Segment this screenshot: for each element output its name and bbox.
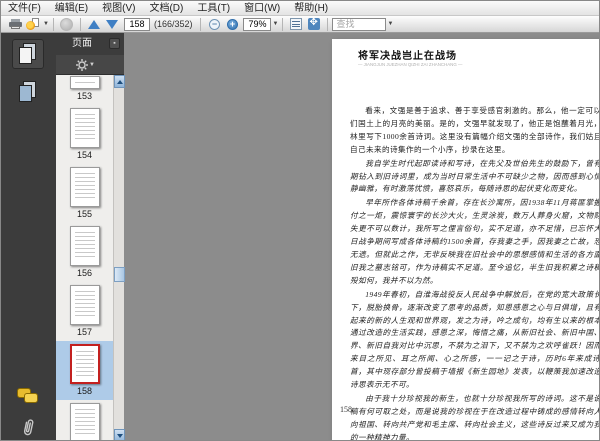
panel-options-bar: ▼ bbox=[56, 55, 124, 75]
menu-file[interactable]: 文件(F) bbox=[1, 1, 48, 16]
zoom-out-button[interactable]: − bbox=[205, 17, 223, 32]
scrollbar-thumb[interactable] bbox=[114, 267, 125, 282]
thumbnail-page-154[interactable]: 154 bbox=[56, 105, 113, 164]
page-running-title: 将军决战岂止在战场 bbox=[358, 47, 600, 62]
find-dropdown-caret[interactable]: ▼ bbox=[387, 21, 393, 27]
next-page-button[interactable] bbox=[103, 17, 121, 32]
thumbnail-label: 155 bbox=[77, 209, 92, 219]
paragraph-quote: 1949年春初，自淮海战役反人民战争中解放后，在党的宽大政策长期教养下，脱胎换骨… bbox=[350, 289, 600, 392]
page-number-input[interactable] bbox=[124, 18, 150, 31]
scroll-down-icon[interactable] bbox=[114, 429, 125, 441]
fit-width-icon bbox=[290, 18, 302, 30]
thumbnail-page-153[interactable]: 153 bbox=[56, 76, 113, 105]
fit-page-icon bbox=[308, 18, 320, 30]
paragraph-quote: 我自学生时代起即读诗和写诗，在先父及世伯先生的鼓励下，曾有一段时期钻入到旧诗词里… bbox=[350, 158, 600, 197]
disabled-tool-button bbox=[58, 17, 76, 32]
fit-page-button[interactable] bbox=[305, 17, 323, 32]
page-number: 158 bbox=[340, 405, 352, 414]
previous-page-button[interactable] bbox=[85, 17, 103, 32]
comments-icon bbox=[17, 388, 39, 404]
options-dropdown-caret[interactable]: ▼ bbox=[89, 62, 95, 68]
printer-icon bbox=[9, 19, 22, 29]
menu-edit[interactable]: 编辑(E) bbox=[48, 1, 95, 16]
pages-icon bbox=[19, 43, 37, 65]
toolbar-separator bbox=[327, 18, 328, 31]
thumbnail-page-158-selected[interactable]: 158 bbox=[56, 341, 113, 400]
pdf-reader-window: 文件(F) 编辑(E) 视图(V) 文档(D) 工具(T) 窗口(W) 帮助(H… bbox=[0, 0, 600, 441]
content-region: 页面 ▪ ▼ bbox=[1, 33, 600, 441]
thumbnail-label: 157 bbox=[77, 327, 92, 337]
navigation-tab-strip bbox=[1, 33, 56, 441]
pdf-page: 将军决战岂止在战场 — JIANGJUN JUEZHAN QIZHI ZAI Z… bbox=[332, 39, 600, 441]
print-button[interactable] bbox=[6, 17, 24, 32]
disabled-round-icon bbox=[60, 18, 73, 31]
thumbnail-page-155[interactable]: 155 bbox=[56, 164, 113, 223]
paperclip-icon bbox=[21, 417, 35, 439]
toolbar-separator bbox=[53, 18, 54, 31]
thumbnail-list: 153 154 155 156 157 bbox=[56, 75, 113, 441]
thumbnail-page-156[interactable]: 156 bbox=[56, 223, 113, 282]
layers-icon bbox=[19, 81, 37, 103]
zoom-level-input[interactable] bbox=[243, 18, 271, 31]
tab-attachments[interactable] bbox=[12, 413, 44, 441]
zoom-in-icon: + bbox=[227, 19, 238, 30]
menu-document[interactable]: 文档(D) bbox=[142, 1, 190, 16]
menu-tools[interactable]: 工具(T) bbox=[190, 1, 237, 16]
scroll-up-icon[interactable] bbox=[114, 75, 125, 88]
menu-view[interactable]: 视图(V) bbox=[95, 1, 142, 16]
toolbar-separator bbox=[80, 18, 81, 31]
zoom-out-icon: − bbox=[209, 19, 220, 30]
tab-comments[interactable] bbox=[12, 381, 44, 411]
page-body-text: 看来，文强是善于追求、善于享受感官刺激的。那么，他一定可以发现我们国土上的月亮的… bbox=[350, 105, 600, 441]
export-icon bbox=[26, 18, 40, 30]
thumbnail-label: 156 bbox=[77, 268, 92, 278]
paragraph: 看来，文强是善于追求、善于享受感官刺激的。那么，他一定可以发现我们国土上的月亮的… bbox=[350, 105, 600, 157]
paragraph-quote: 早年所作各体诗稿千余首，存在长沙寓所，因1938年11月蒋匪掌握主政，付之一炬，… bbox=[350, 197, 600, 287]
options-gear-icon[interactable] bbox=[76, 59, 88, 71]
page-count-label: (166/352) bbox=[154, 19, 193, 29]
toolbar: ▼ (166/352) − + ▼ ▼ bbox=[1, 16, 600, 33]
toolbar-separator bbox=[200, 18, 201, 31]
pages-panel: 页面 ▪ ▼ bbox=[56, 33, 124, 441]
panel-menu-button[interactable]: ▪ bbox=[109, 38, 120, 49]
zoom-dropdown-caret[interactable]: ▼ bbox=[272, 21, 278, 27]
find-input[interactable] bbox=[332, 18, 386, 31]
thumbnail-label: 153 bbox=[77, 91, 92, 101]
toolbar-separator bbox=[282, 18, 283, 31]
export-button[interactable] bbox=[24, 17, 42, 32]
zoom-in-button[interactable]: + bbox=[223, 17, 241, 32]
thumbnail-scrollbar[interactable] bbox=[113, 75, 124, 441]
thumbnail-label: 158 bbox=[77, 386, 92, 396]
tab-pages[interactable] bbox=[12, 39, 44, 69]
tab-layers[interactable] bbox=[12, 77, 44, 107]
paragraph-quote: 由于我十分珍视我的新生，也就十分珍视我所写的诗词。这不是说我的诗稿有何可取之处，… bbox=[350, 393, 600, 441]
thumbnail-page-159[interactable]: 159 bbox=[56, 400, 113, 441]
page-running-subtitle: — JIANGJUN JUEZHAN QIZHI ZAI ZHANCHANG — bbox=[358, 62, 578, 67]
page-up-icon bbox=[88, 20, 100, 29]
pages-panel-title: 页面 bbox=[72, 38, 92, 49]
menu-bar: 文件(F) 编辑(E) 视图(V) 文档(D) 工具(T) 窗口(W) 帮助(H… bbox=[1, 1, 600, 16]
fit-width-button[interactable] bbox=[287, 17, 305, 32]
menu-window[interactable]: 窗口(W) bbox=[237, 1, 287, 16]
document-view[interactable]: 将军决战岂止在战场 — JIANGJUN JUEZHAN QIZHI ZAI Z… bbox=[125, 33, 600, 441]
menu-help[interactable]: 帮助(H) bbox=[287, 1, 335, 16]
thumbnail-page-157[interactable]: 157 bbox=[56, 282, 113, 341]
export-dropdown-caret[interactable]: ▼ bbox=[43, 21, 49, 27]
pages-panel-header: 页面 ▪ bbox=[56, 33, 124, 55]
thumbnail-label: 154 bbox=[77, 150, 92, 160]
page-down-icon bbox=[106, 20, 118, 29]
